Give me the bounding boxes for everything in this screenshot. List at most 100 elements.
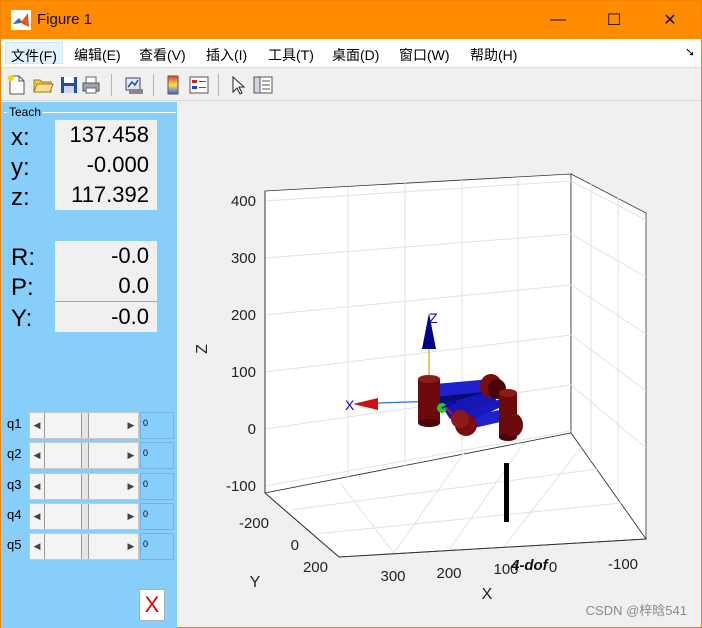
q1-value[interactable]: 0: [140, 412, 174, 439]
menu-tools[interactable]: 工具(T): [263, 42, 319, 64]
minimize-button[interactable]: —: [535, 1, 581, 39]
maximize-icon: ☐: [606, 12, 622, 29]
slider-right-arrow-icon[interactable]: ▶: [124, 443, 138, 468]
open-folder-icon[interactable]: [32, 74, 54, 96]
roll-label: R:: [11, 244, 35, 271]
q3-label: q3: [7, 477, 22, 492]
new-file-icon[interactable]: [6, 74, 28, 96]
q5-slider[interactable]: ◀ ▶: [29, 533, 139, 560]
menu-view[interactable]: 查看(V): [134, 42, 191, 64]
z-tick-label: 400: [231, 193, 256, 210]
close-window-button[interactable]: ✕: [647, 1, 693, 39]
maximize-button[interactable]: ☐: [591, 1, 637, 39]
y-tick-label: 0: [291, 537, 299, 554]
z-tick-label: 0: [248, 421, 256, 438]
slider-right-arrow-icon[interactable]: ▶: [124, 413, 138, 438]
x-tick-label: 0: [549, 559, 557, 576]
x-label: x:: [11, 124, 30, 151]
teach-panel-title: Teach: [7, 105, 44, 119]
robot-name-label: 4-dof: [510, 557, 550, 574]
q5-slider-thumb[interactable]: [88, 534, 126, 559]
q4-slider-thumb[interactable]: [44, 504, 82, 529]
x-value: 137.458: [55, 120, 157, 150]
q2-value[interactable]: 0: [140, 442, 174, 469]
q3-slider[interactable]: ◀ ▶: [29, 473, 139, 500]
print-icon[interactable]: [80, 74, 102, 96]
q4-slider-thumb[interactable]: [88, 504, 126, 529]
toolbar-separator: [153, 74, 154, 96]
z-label: z:: [11, 184, 30, 211]
z-frame-label: Z: [429, 310, 438, 326]
menu-insert[interactable]: 插入(I): [201, 42, 252, 64]
link-plot-icon[interactable]: [123, 74, 145, 96]
x-tick-label: 200: [436, 565, 461, 582]
title-bar: Figure 1 — ☐ ✕: [1, 1, 701, 39]
x-tick-labels: 300 200 100 0 -100: [380, 556, 638, 585]
y-axis-label: Y: [250, 574, 261, 591]
yaw-label: Y:: [11, 305, 33, 332]
q2-slider-thumb[interactable]: [88, 443, 126, 468]
q4-value[interactable]: 0: [140, 503, 174, 530]
q2-label: q2: [7, 446, 22, 461]
menu-desktop[interactable]: 桌面(D): [327, 42, 384, 64]
x-tick-label: -100: [608, 556, 638, 573]
slider-left-arrow-icon[interactable]: ◀: [30, 474, 44, 499]
matlab-icon: [11, 10, 31, 30]
q5-slider-thumb[interactable]: [44, 534, 82, 559]
dock-arrow-icon[interactable]: ➘: [685, 45, 695, 59]
q1-slider[interactable]: ◀ ▶: [29, 412, 139, 439]
q2-slider-thumb[interactable]: [44, 443, 82, 468]
property-editor-icon[interactable]: [252, 74, 274, 96]
q4-slider[interactable]: ◀ ▶: [29, 503, 139, 530]
window-title: Figure 1: [37, 11, 93, 28]
pitch-label: P:: [11, 274, 34, 301]
z-axis-label: Z: [194, 344, 211, 354]
menu-help[interactable]: 帮助(H): [465, 42, 522, 64]
z-tick-label: 300: [231, 250, 256, 267]
save-icon[interactable]: [58, 74, 80, 96]
q3-slider-thumb[interactable]: [44, 474, 82, 499]
pitch-value: 0.0: [55, 271, 157, 301]
y-label: y:: [11, 154, 30, 181]
q3-value[interactable]: 0: [140, 473, 174, 500]
robot-base: [504, 463, 509, 522]
toolbar-separator: [111, 74, 112, 96]
slider-left-arrow-icon[interactable]: ◀: [30, 443, 44, 468]
slider-right-arrow-icon[interactable]: ▶: [124, 474, 138, 499]
slider-right-arrow-icon[interactable]: ▶: [124, 504, 138, 529]
q1-slider-thumb[interactable]: [88, 413, 126, 438]
robot-3d-plot[interactable]: 400 300 200 100 0 -100 Z -200 0 200 Y 30…: [177, 102, 701, 628]
q5-label: q5: [7, 537, 22, 552]
slider-left-arrow-icon[interactable]: ◀: [30, 534, 44, 559]
watermark: CSDN @梓晗541: [585, 603, 687, 618]
x-axis-label: X: [482, 586, 493, 603]
colorbar-icon[interactable]: [162, 74, 184, 96]
q2-slider[interactable]: ◀ ▶: [29, 442, 139, 469]
menu-edit[interactable]: 编辑(E): [69, 42, 126, 64]
legend-icon[interactable]: [188, 74, 210, 96]
yaw-value: -0.0: [55, 302, 157, 332]
pointer-icon[interactable]: [227, 74, 249, 96]
z-tick-label: 200: [231, 307, 256, 324]
slider-left-arrow-icon[interactable]: ◀: [30, 504, 44, 529]
toolbar-separator: [218, 74, 219, 96]
teach-panel: Teach x: 137.458 y: -0.000 z: 117.392 R:…: [1, 102, 177, 628]
q4-label: q4: [7, 507, 22, 522]
y-value: -0.000: [55, 150, 157, 180]
q5-value[interactable]: 0: [140, 533, 174, 560]
x-frame-label: X: [345, 397, 355, 413]
figure-window: Figure 1 — ☐ ✕ 文件(F) 编辑(E) 查看(V) 插入(I) 工…: [0, 0, 702, 628]
z-tick-label: 100: [231, 364, 256, 381]
roll-value: -0.0: [55, 241, 157, 271]
teach-close-button[interactable]: X: [139, 589, 165, 621]
menu-window[interactable]: 窗口(W): [394, 42, 455, 64]
x-tick-label: 300: [380, 568, 405, 585]
q1-slider-thumb[interactable]: [44, 413, 82, 438]
slider-right-arrow-icon[interactable]: ▶: [124, 534, 138, 559]
q3-slider-thumb[interactable]: [88, 474, 126, 499]
z-tick-labels: 400 300 200 100 0 -100: [226, 193, 256, 495]
slider-left-arrow-icon[interactable]: ◀: [30, 413, 44, 438]
menu-bar: 文件(F) 编辑(E) 查看(V) 插入(I) 工具(T) 桌面(D) 窗口(W…: [1, 39, 701, 68]
menu-file[interactable]: 文件(F): [5, 42, 63, 64]
minimize-icon: —: [550, 11, 566, 28]
